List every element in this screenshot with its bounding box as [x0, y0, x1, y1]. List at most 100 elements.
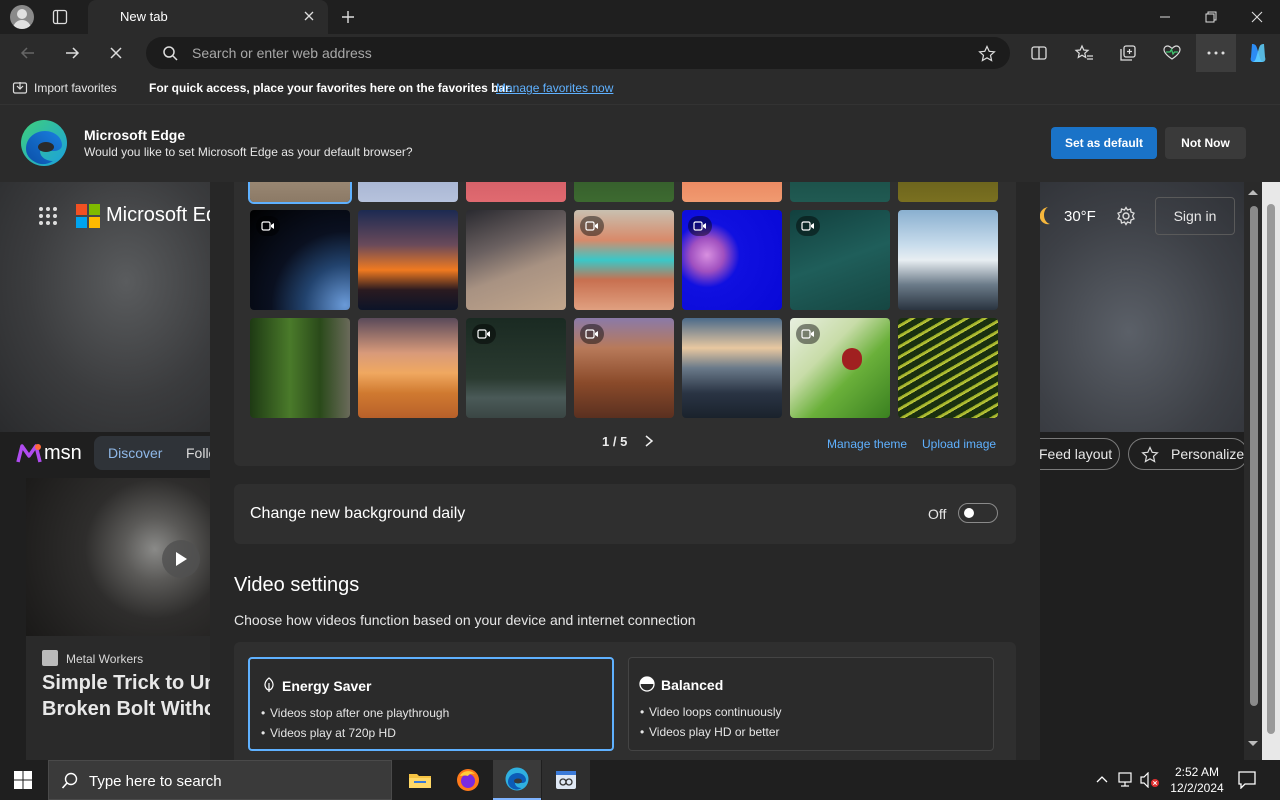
favorites-icon[interactable]: [1072, 41, 1096, 65]
forward-arrow-icon[interactable]: [60, 41, 84, 65]
background-thumbnail-sunset[interactable]: [358, 210, 458, 310]
clock-time: 2:52 AM: [1174, 765, 1220, 779]
favorites-bar-message: For quick access, place your favorites h…: [149, 81, 513, 95]
msn-logo-text: msn: [44, 442, 82, 464]
volume-muted-icon[interactable]: [1140, 772, 1160, 788]
default-browser-infobar: Microsoft Edge Would you like to set Mic…: [0, 104, 1280, 182]
balanced-bullet: Video loops continuously: [640, 705, 782, 719]
tab-discover[interactable]: Discover: [108, 445, 162, 461]
video-camera-icon: [688, 216, 712, 236]
news-card-source: Metal Workers: [66, 652, 144, 666]
background-thumbnail[interactable]: [250, 182, 350, 202]
network-icon[interactable]: [1118, 772, 1136, 788]
background-thumbnail-canyon[interactable]: [574, 210, 674, 310]
taskbar-search-box[interactable]: Type here to search: [48, 760, 392, 800]
personalize-button[interactable]: Personalize: [1128, 438, 1248, 470]
background-thumbnail[interactable]: [358, 182, 458, 202]
personalize-label: Personalize: [1171, 446, 1245, 462]
sign-in-button[interactable]: Sign in: [1155, 197, 1235, 235]
background-thumbnail-dunes[interactable]: [466, 210, 566, 310]
background-thumbnail-mountains[interactable]: [682, 318, 782, 418]
feed-layout-label: Feed layout: [1039, 446, 1113, 462]
stop-loading-icon[interactable]: [104, 41, 128, 65]
page-settings-gear-icon[interactable]: [1116, 206, 1136, 226]
page-settings-panel: 1 / 5 Manage theme Upload image Change n…: [210, 182, 1040, 760]
taskbar-snipping-tool[interactable]: [542, 760, 590, 800]
collections-icon[interactable]: [1116, 41, 1140, 65]
background-thumbnail-ladybug[interactable]: [790, 318, 890, 418]
import-favorites-link[interactable]: Import favorites: [34, 81, 117, 95]
manage-theme-link[interactable]: Manage theme: [827, 437, 907, 451]
background-thumbnail[interactable]: [466, 182, 566, 202]
set-as-default-button[interactable]: Set as default: [1051, 127, 1157, 159]
energy-saver-option[interactable]: Energy Saver Videos stop after one playt…: [248, 657, 614, 751]
balanced-option[interactable]: Balanced Video loops continuously Videos…: [628, 657, 994, 751]
windows-taskbar: Type here to search 2:52 AM 12/2/2024: [0, 760, 1280, 800]
background-thumbnail[interactable]: [574, 182, 674, 202]
scroll-down-arrow-icon[interactable]: [1247, 740, 1259, 748]
background-thumbnail-rocky-shore[interactable]: [898, 210, 998, 310]
settings-and-more-button[interactable]: [1196, 34, 1236, 72]
taskbar-file-explorer[interactable]: [396, 760, 444, 800]
energy-saver-bullet: Videos play at 720p HD: [261, 726, 396, 740]
taskbar-firefox[interactable]: [444, 760, 492, 800]
page-scrollbar-thumb[interactable]: [1250, 206, 1258, 706]
daily-background-toggle[interactable]: [958, 503, 998, 523]
play-video-icon[interactable]: [162, 540, 200, 578]
profile-avatar[interactable]: [10, 5, 34, 29]
edge-logo-icon: [20, 119, 68, 167]
window-scrollbar[interactable]: [1262, 182, 1280, 760]
energy-saver-bullet: Videos stop after one playthrough: [261, 706, 449, 720]
msn-feed-header: msn Discover Follo: [0, 432, 224, 476]
background-thumbnail-forest[interactable]: [250, 318, 350, 418]
background-thumbnail-jellyfish[interactable]: [682, 210, 782, 310]
address-bar[interactable]: Search or enter web address: [146, 37, 1010, 69]
restore-button[interactable]: [1188, 0, 1234, 34]
video-options: Energy Saver Videos stop after one playt…: [234, 642, 1016, 760]
background-thumbnail[interactable]: [790, 182, 890, 202]
tab-actions-icon[interactable]: [52, 9, 68, 25]
weather-temperature[interactable]: 30°F: [1064, 208, 1096, 225]
minimize-button[interactable]: [1142, 0, 1188, 34]
video-camera-icon: [580, 216, 604, 236]
leaf-icon: [262, 677, 276, 693]
close-window-button[interactable]: [1234, 0, 1280, 34]
infobar-message: Would you like to set Microsoft Edge as …: [84, 145, 413, 159]
app-launcher-icon[interactable]: [38, 206, 58, 226]
video-settings-title: Video settings: [234, 574, 360, 596]
background-thumbnail[interactable]: [682, 182, 782, 202]
half-circle-icon: [639, 676, 655, 692]
background-thumbnail-ocean[interactable]: [790, 210, 890, 310]
next-page-chevron-icon[interactable]: [644, 434, 654, 448]
tab-new-tab[interactable]: New tab: [88, 0, 328, 34]
manage-favorites-link[interactable]: Manage favorites now: [496, 81, 613, 95]
background-thumbnail-earth[interactable]: [250, 210, 350, 310]
taskbar-clock[interactable]: 2:52 AM 12/2/2024: [1162, 764, 1232, 796]
background-thumbnail-terraces[interactable]: [898, 318, 998, 418]
browser-essentials-icon[interactable]: [1160, 41, 1184, 65]
close-tab-icon[interactable]: [302, 9, 316, 23]
back-arrow-icon[interactable]: [16, 41, 40, 65]
show-hidden-icons-chevron-icon[interactable]: [1096, 774, 1108, 784]
background-thumbnail-gorge[interactable]: [574, 318, 674, 418]
not-now-button[interactable]: Not Now: [1165, 127, 1246, 159]
daily-background-label: Change new background daily: [250, 505, 466, 522]
scroll-up-arrow-icon[interactable]: [1247, 188, 1259, 196]
toggle-knob: [964, 508, 974, 518]
background-thumbnail-dark-forest[interactable]: [466, 318, 566, 418]
copilot-icon[interactable]: [1246, 41, 1270, 65]
background-thumbnail[interactable]: [898, 182, 998, 202]
taskbar-microsoft-edge[interactable]: [493, 760, 541, 800]
notifications-icon[interactable]: [1238, 771, 1256, 789]
weather-moon-icon: [1040, 206, 1056, 226]
split-screen-icon[interactable]: [1027, 41, 1051, 65]
add-favorite-star-icon[interactable]: [978, 45, 996, 63]
clock-date: 12/2/2024: [1170, 781, 1224, 795]
video-camera-icon: [472, 324, 496, 344]
upload-image-link[interactable]: Upload image: [922, 437, 996, 451]
background-gallery: 1 / 5 Manage theme Upload image: [234, 182, 1016, 466]
news-card[interactable]: Metal Workers Simple Trick to Un Broken …: [26, 478, 210, 760]
windows-start-icon[interactable]: [14, 771, 32, 789]
background-thumbnail-desert[interactable]: [358, 318, 458, 418]
new-tab-plus-icon[interactable]: [340, 9, 356, 25]
